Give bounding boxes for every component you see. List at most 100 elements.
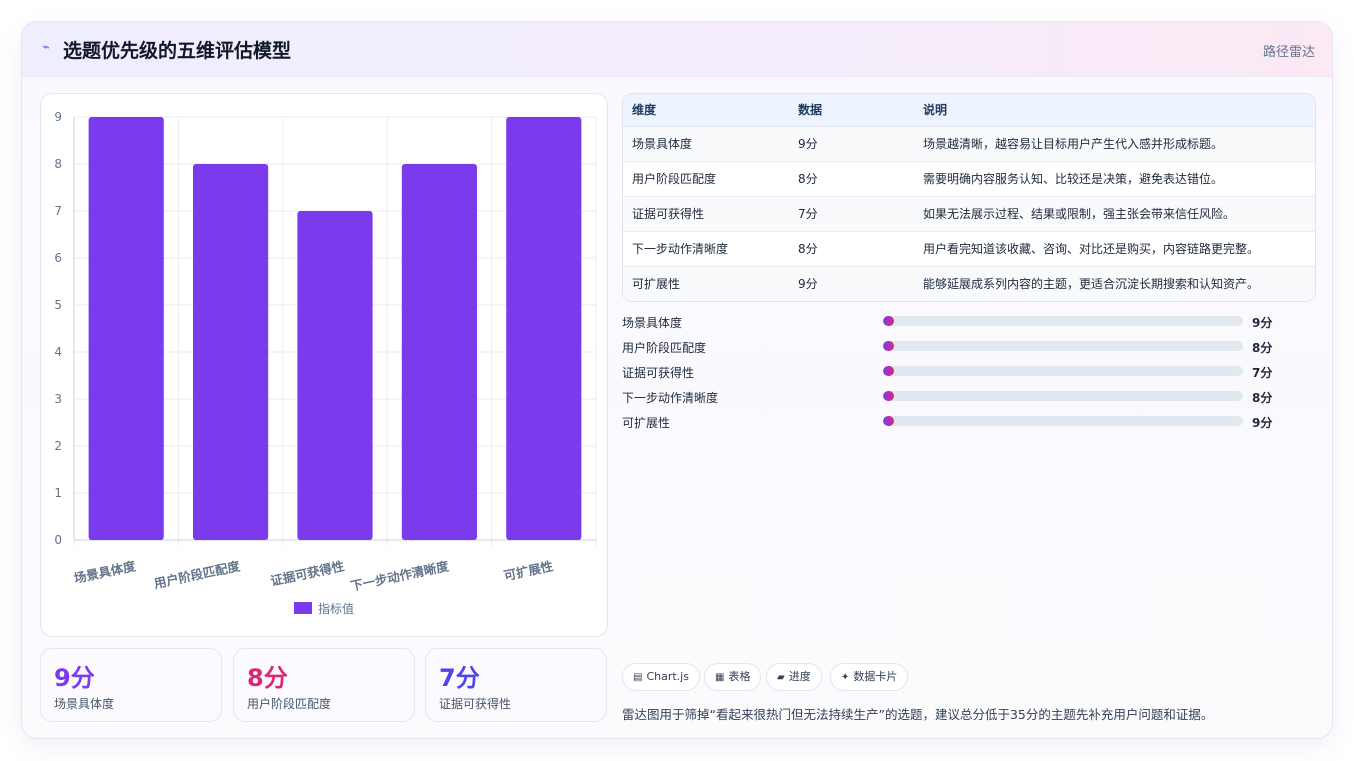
- y-tick-label: 5: [54, 298, 62, 312]
- header: ⌁ 选题优先级的五维评估模型 路径雷达: [22, 22, 1332, 77]
- table-row: 用户阶段匹配度 8分 需要明确内容服务认知、比较还是决策，避免表达错位。: [623, 161, 1315, 197]
- path-radar-link[interactable]: 路径雷达: [1263, 41, 1315, 60]
- chip-label: 进度: [788, 670, 811, 683]
- table-cell: 用户看完知道该收藏、咨询、对比还是购买，内容链路更完整。: [914, 231, 1315, 267]
- stat-label: 证据可获得性: [439, 697, 512, 711]
- progress-track: [883, 416, 1243, 426]
- progress-value: 9分: [1252, 316, 1273, 330]
- progress-track: [883, 366, 1243, 376]
- legend-swatch: [294, 602, 312, 614]
- y-tick-label: 1: [54, 486, 62, 500]
- table-cell: 场景越清晰，越容易让目标用户产生代入感并形成标题。: [914, 126, 1315, 162]
- x-tick-label: 场景具体度: [73, 558, 138, 586]
- legend-label: 指标值: [318, 601, 354, 616]
- bar: [401, 164, 477, 540]
- x-tick-label: 证据可获得性: [269, 558, 346, 588]
- chip-chartjs[interactable]: ▤ Chart.js: [622, 663, 700, 691]
- progress-value: 8分: [1252, 391, 1273, 405]
- chip-table[interactable]: ▦ 表格: [704, 663, 762, 691]
- progress-track: [883, 341, 1243, 351]
- x-tick-label: 用户阶段匹配度: [152, 558, 242, 591]
- trend-icon: ⌁: [42, 40, 50, 55]
- chip-label: 表格: [728, 670, 751, 683]
- progress-value: 8分: [1252, 341, 1273, 355]
- main-card: ⌁ 选题优先级的五维评估模型 路径雷达 0 1 2 3 4 5 6 7 8 9 场景具体度 用户阶段匹…: [21, 21, 1333, 739]
- progress-label: 用户阶段匹配度: [622, 341, 707, 355]
- progress-row: 证据可获得性 7分: [622, 362, 1282, 382]
- progress-icon: ▰: [777, 672, 785, 683]
- y-tick-label: 8: [54, 157, 62, 171]
- table-cell: 8分: [789, 161, 914, 197]
- dimension-table: 维度 数据 说明 场景具体度 9分 场景越清晰，越容易让目标用户产生代入感并形成…: [622, 93, 1316, 302]
- x-tick-label: 下一步动作清晰度: [349, 558, 450, 594]
- stat-card-evidence: 7分 证据可获得性: [425, 648, 607, 722]
- progress-fill: [883, 316, 894, 326]
- table-cell: 场景具体度: [623, 126, 789, 162]
- progress-row: 可扩展性 9分: [622, 412, 1282, 432]
- column-header-data: 数据: [789, 94, 914, 127]
- chip-label: 数据卡片: [853, 670, 898, 683]
- y-tick-label: 6: [54, 251, 62, 265]
- progress-row: 用户阶段匹配度 8分: [622, 337, 1282, 357]
- column-header-dimension: 维度: [623, 94, 789, 127]
- bar: [506, 117, 582, 540]
- progress-fill: [883, 391, 894, 401]
- y-tick-label: 0: [54, 533, 62, 547]
- table-cell: 可扩展性: [623, 266, 789, 301]
- table-cell: 证据可获得性: [623, 196, 789, 232]
- progress-row: 下一步动作清晰度 8分: [622, 387, 1282, 407]
- table-row: 下一步动作清晰度 8分 用户看完知道该收藏、咨询、对比还是购买，内容链路更完整。: [623, 231, 1315, 267]
- y-tick-label: 7: [54, 204, 62, 218]
- x-tick-label: 可扩展性: [502, 558, 555, 583]
- chip-label: Chart.js: [646, 670, 689, 683]
- progress-fill: [883, 416, 894, 426]
- stat-card-scene: 9分 场景具体度: [40, 648, 222, 722]
- progress-label: 证据可获得性: [622, 366, 695, 380]
- table-icon: ▦: [715, 672, 725, 683]
- progress-track: [883, 391, 1243, 401]
- y-tick-label: 3: [54, 392, 62, 406]
- y-tick-label: 9: [54, 110, 62, 124]
- table-cell: 7分: [789, 196, 914, 232]
- stat-value: 7分: [439, 664, 480, 692]
- stat-label: 场景具体度: [54, 697, 115, 711]
- y-tick-label: 4: [54, 345, 62, 359]
- progress-row: 场景具体度 9分: [622, 312, 1282, 332]
- card-icon: ✦: [841, 672, 850, 683]
- stat-card-stage: 8分 用户阶段匹配度: [233, 648, 415, 722]
- bar: [297, 211, 373, 540]
- progress-label: 下一步动作清晰度: [622, 391, 719, 405]
- table-cell: 如果无法展示过程、结果或限制，强主张会带来信任风险。: [914, 196, 1315, 232]
- chart-icon: ▤: [633, 672, 643, 683]
- table-cell: 能够延展成系列内容的主题，更适合沉淀长期搜索和认知资产。: [914, 266, 1315, 301]
- stat-label: 用户阶段匹配度: [247, 697, 332, 711]
- bar: [193, 164, 269, 540]
- progress-label: 场景具体度: [622, 316, 683, 330]
- stat-value: 9分: [54, 664, 95, 692]
- bar-chart-panel: 0 1 2 3 4 5 6 7 8 9 场景具体度 用户阶段匹配度 证据可获得性 下一步动作清晰度 可扩展性…: [40, 93, 608, 637]
- table-cell: 9分: [789, 126, 914, 162]
- column-header-description: 说明: [914, 94, 1315, 127]
- chip-data-card[interactable]: ✦ 数据卡片: [830, 663, 909, 691]
- progress-fill: [883, 366, 894, 376]
- progress-value: 9分: [1252, 416, 1273, 430]
- chip-progress[interactable]: ▰ 进度: [766, 663, 822, 691]
- page-title: 选题优先级的五维评估模型: [63, 40, 292, 62]
- table-cell: 9分: [789, 266, 914, 301]
- stat-value: 8分: [247, 664, 288, 692]
- progress-label: 可扩展性: [622, 416, 671, 430]
- progress-track: [883, 316, 1243, 326]
- y-tick-label: 2: [54, 439, 62, 453]
- progress-fill: [883, 341, 894, 351]
- table-row: 可扩展性 9分 能够延展成系列内容的主题，更适合沉淀长期搜索和认知资产。: [623, 266, 1315, 301]
- bar-chart: 0 1 2 3 4 5 6 7 8 9 场景具体度 用户阶段匹配度 证据可获得性 下一步动作清晰度 可扩展性…: [54, 110, 597, 616]
- table-row: 证据可获得性 7分 如果无法展示过程、结果或限制，强主张会带来信任风险。: [623, 196, 1315, 232]
- progress-value: 7分: [1252, 366, 1273, 380]
- footnote: 雷达图用于筛掉“看起来很热门但无法持续生产”的选题，建议总分低于35分的主题先补…: [622, 707, 1214, 722]
- table-cell: 需要明确内容服务认知、比较还是决策，避免表达错位。: [914, 161, 1315, 197]
- table-cell: 用户阶段匹配度: [623, 161, 789, 197]
- table-cell: 下一步动作清晰度: [623, 231, 789, 267]
- bar: [88, 117, 164, 540]
- table-cell: 8分: [789, 231, 914, 267]
- table-row: 场景具体度 9分 场景越清晰，越容易让目标用户产生代入感并形成标题。: [623, 126, 1315, 162]
